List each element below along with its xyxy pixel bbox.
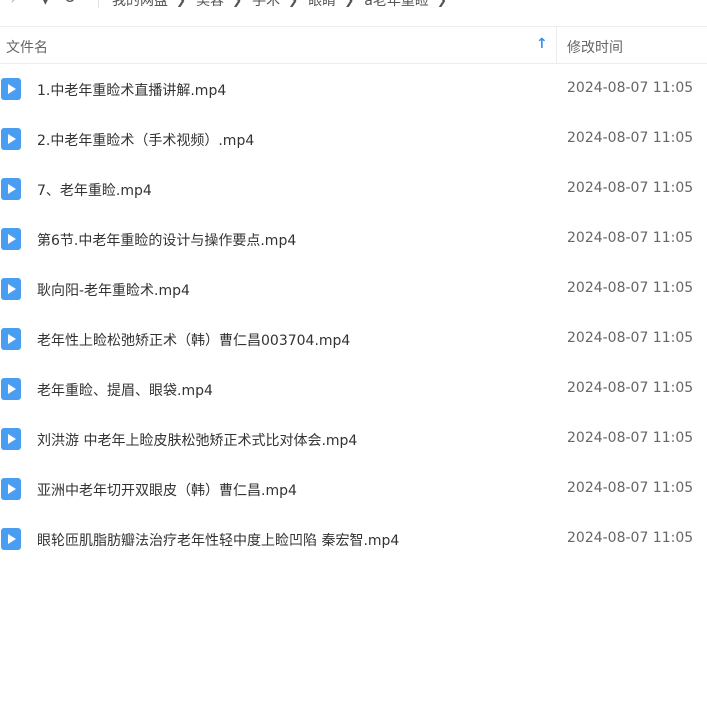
file-name: 老年性上睑松弛矫正术（韩）曹仁昌003704.mp4 (37, 333, 351, 349)
file-modified-time: 2024-08-07 11:05 (567, 230, 694, 246)
table-row[interactable]: 7、老年重睑.mp4 2024-08-07 11:05 (0, 164, 707, 214)
back-arrow-icon[interactable]: › (10, 0, 17, 8)
file-name: 第6节.中老年重睑的设计与操作要点.mp4 (37, 233, 297, 249)
chevron-right-icon: ❯ (232, 0, 243, 7)
table-row[interactable]: 第6节.中老年重睑的设计与操作要点.mp4 2024-08-07 11:05 (0, 214, 707, 264)
file-name: 耿向阳-老年重睑术.mp4 (37, 283, 190, 299)
column-divider[interactable] (556, 27, 557, 63)
table-row[interactable]: 亚洲中老年切开双眼皮（韩）曹仁昌.mp4 2024-08-07 11:05 (0, 464, 707, 514)
video-file-icon (1, 228, 21, 250)
file-name: 7、老年重睑.mp4 (37, 183, 152, 199)
breadcrumb-item-beauty[interactable]: 美容 (196, 0, 224, 10)
file-modified-time: 2024-08-07 11:05 (567, 330, 694, 346)
table-row[interactable]: 眼轮匝肌脂肪瓣法治疗老年性轻中度上睑凹陷 秦宏智.mp4 2024-08-07 … (0, 514, 707, 564)
breadcrumb: 我的网盘 ❯ 美容 ❯ 手术 ❯ 眼睛 ❯ a老年重睑 ❯ (112, 0, 457, 10)
chevron-right-icon: ❯ (288, 0, 299, 7)
video-file-icon (1, 78, 21, 100)
chevron-right-icon: ❯ (176, 0, 187, 7)
file-modified-time: 2024-08-07 11:05 (567, 280, 694, 296)
breadcrumb-item-my-drive[interactable]: 我的网盘 (112, 0, 168, 10)
column-header-modified-time[interactable]: 修改时间 (567, 37, 623, 57)
file-list-header: 文件名 ↑ 修改时间 (0, 26, 707, 64)
file-name: 1.中老年重睑术直播讲解.mp4 (37, 83, 227, 99)
video-file-icon (1, 378, 21, 400)
refresh-icon[interactable]: ↻ (63, 0, 76, 7)
video-file-icon (1, 478, 21, 500)
column-header-name[interactable]: 文件名 (6, 37, 48, 57)
file-name: 眼轮匝肌脂肪瓣法治疗老年性轻中度上睑凹陷 秦宏智.mp4 (37, 533, 400, 549)
chevron-right-icon: ❯ (436, 0, 447, 7)
toolbar-divider (98, 0, 99, 8)
file-modified-time: 2024-08-07 11:05 (567, 180, 694, 196)
breadcrumb-item-current-folder[interactable]: a老年重睑 (364, 0, 429, 10)
video-file-icon (1, 428, 21, 450)
chevron-right-icon: ❯ (344, 0, 355, 7)
table-row[interactable]: 刘洪游 中老年上睑皮肤松弛矫正术式比对体会.mp4 2024-08-07 11:… (0, 414, 707, 464)
breadcrumb-item-surgery[interactable]: 手术 (252, 0, 280, 10)
table-row[interactable]: 老年重睑、提眉、眼袋.mp4 2024-08-07 11:05 (0, 364, 707, 414)
file-modified-time: 2024-08-07 11:05 (567, 130, 694, 146)
breadcrumb-item-eyes[interactable]: 眼睛 (308, 0, 336, 10)
file-modified-time: 2024-08-07 11:05 (567, 430, 694, 446)
file-list: 1.中老年重睑术直播讲解.mp4 2024-08-07 11:05 2.中老年重… (0, 64, 707, 564)
file-name: 老年重睑、提眉、眼袋.mp4 (37, 383, 213, 399)
video-file-icon (1, 528, 21, 550)
navigation-bar: › ▼ ↻ 我的网盘 ❯ 美容 ❯ 手术 ❯ 眼睛 ❯ a老年重睑 ❯ (0, 0, 707, 12)
video-file-icon (1, 328, 21, 350)
file-name: 刘洪游 中老年上睑皮肤松弛矫正术式比对体会.mp4 (37, 433, 358, 449)
file-modified-time: 2024-08-07 11:05 (567, 480, 694, 496)
file-name: 亚洲中老年切开双眼皮（韩）曹仁昌.mp4 (37, 483, 297, 499)
arrow-up-icon[interactable]: ↑ (536, 36, 548, 52)
table-row[interactable]: 老年性上睑松弛矫正术（韩）曹仁昌003704.mp4 2024-08-07 11… (0, 314, 707, 364)
file-modified-time: 2024-08-07 11:05 (567, 530, 694, 546)
file-modified-time: 2024-08-07 11:05 (567, 80, 694, 96)
file-name: 2.中老年重睑术（手术视频）.mp4 (37, 133, 255, 149)
table-row[interactable]: 耿向阳-老年重睑术.mp4 2024-08-07 11:05 (0, 264, 707, 314)
file-modified-time: 2024-08-07 11:05 (567, 380, 694, 396)
chevron-down-icon[interactable]: ▼ (40, 0, 51, 8)
video-file-icon (1, 278, 21, 300)
table-row[interactable]: 1.中老年重睑术直播讲解.mp4 2024-08-07 11:05 (0, 64, 707, 114)
video-file-icon (1, 128, 21, 150)
table-row[interactable]: 2.中老年重睑术（手术视频）.mp4 2024-08-07 11:05 (0, 114, 707, 164)
video-file-icon (1, 178, 21, 200)
